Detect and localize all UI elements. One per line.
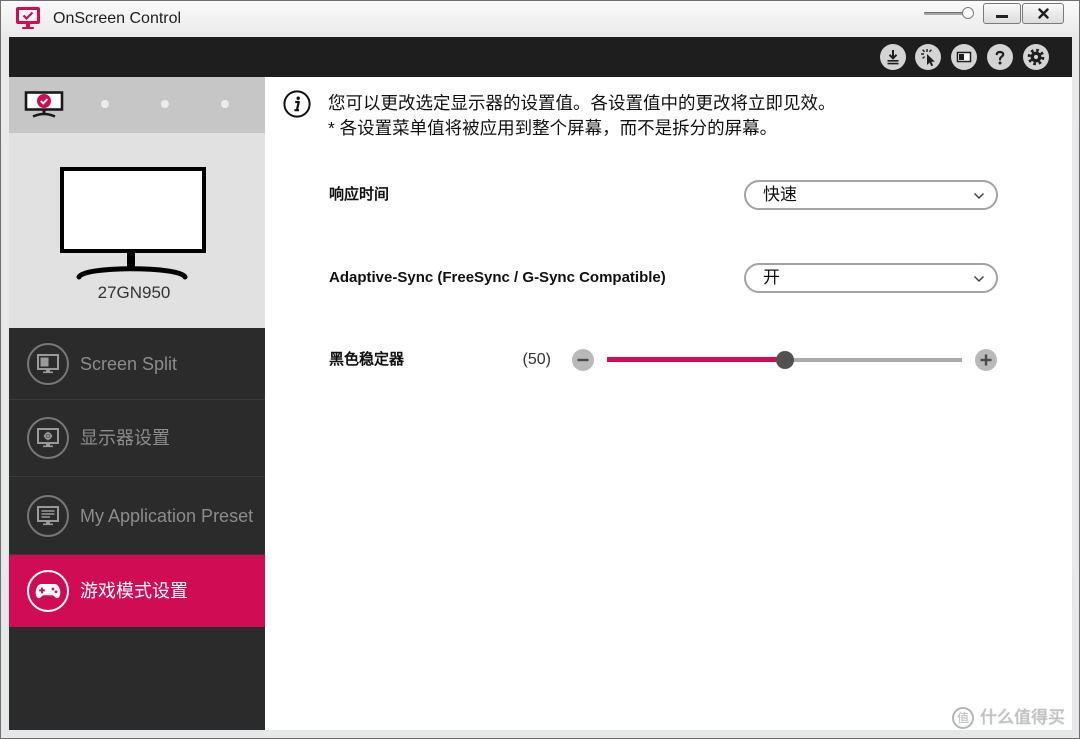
settings-button[interactable] <box>1023 44 1049 70</box>
download-button[interactable] <box>880 44 906 70</box>
minus-icon <box>572 349 594 371</box>
monitor-preview: 27GN950 <box>9 133 265 328</box>
watermark-text: 什么值得买 <box>980 708 1065 727</box>
sidebar-item-label: 游戏模式设置 <box>80 580 188 601</box>
black-stabilizer-value: (50) <box>522 351 551 368</box>
screen-split-icon <box>27 342 69 385</box>
sidebar: 27GN950 Screen Split 显示器设置 My Applicatio… <box>9 77 265 730</box>
chevron-down-icon <box>973 275 985 283</box>
cursor-click-button[interactable] <box>915 44 941 70</box>
info-icon <box>283 90 311 118</box>
sidebar-item-game-mode[interactable]: 游戏模式设置 <box>9 555 265 627</box>
info-message: 您可以更改选定显示器的设置值。各设置值中的更改将立即见效。 * 各设置菜单值将被… <box>328 91 836 141</box>
watermark: 值 什么值得买 <box>952 706 1072 730</box>
app-window: OnScreen Control 27GN950 Screen Split 显示… <box>0 0 1080 739</box>
adaptive-sync-dropdown[interactable]: 开 <box>744 263 998 293</box>
decrease-button[interactable] <box>572 349 594 371</box>
response-time-value: 快速 <box>763 185 797 204</box>
monitor-slot-dot <box>161 100 169 108</box>
black-stabilizer-fill <box>607 357 785 362</box>
plus-icon <box>975 349 997 371</box>
black-stabilizer-thumb[interactable] <box>775 351 794 369</box>
window-title: OnScreen Control <box>53 10 182 27</box>
sidebar-item-monitor-settings[interactable]: 显示器设置 <box>9 400 265 477</box>
minimize-button[interactable] <box>983 3 1021 24</box>
info-line: * 各设置菜单值将被应用到整个屏幕，而不是拆分的屏幕。 <box>328 118 778 138</box>
help-button[interactable] <box>987 44 1013 70</box>
response-time-dropdown[interactable]: 快速 <box>744 180 998 210</box>
monitor-tab-selected[interactable] <box>23 90 65 118</box>
toolbar <box>9 37 1072 77</box>
watermark-logo: 值 <box>952 707 974 729</box>
adaptive-sync-label: Adaptive-Sync (FreeSync / G-Sync Compati… <box>329 269 666 286</box>
sidebar-item-label: My Application Preset <box>80 505 254 526</box>
download-icon <box>880 44 906 70</box>
monitor-slot-dot <box>221 100 229 108</box>
sidebar-item-app-preset[interactable]: My Application Preset <box>9 477 265 555</box>
sidebar-item-label: Screen Split <box>80 353 178 374</box>
monitor-check-icon <box>24 91 64 118</box>
monitor-tab-strip <box>9 77 265 133</box>
minimize-icon <box>996 15 1008 18</box>
main-panel: 您可以更改选定显示器的设置值。各设置值中的更改将立即见效。 * 各设置菜单值将被… <box>265 77 1072 730</box>
cursor-click-icon <box>915 44 941 70</box>
window-size-slider-knob[interactable] <box>962 7 974 19</box>
close-button[interactable] <box>1022 3 1064 24</box>
onscreen-control-icon <box>15 6 41 30</box>
close-icon <box>1037 8 1049 19</box>
response-time-label: 响应时间 <box>329 186 390 203</box>
increase-button[interactable] <box>975 349 997 371</box>
black-stabilizer-slider[interactable] <box>607 351 962 369</box>
sidebar-item-label: 显示器设置 <box>80 428 170 448</box>
monitor-settings-icon <box>27 417 69 459</box>
display-mode-button[interactable] <box>951 44 977 70</box>
sidebar-menu: Screen Split 显示器设置 My Application Preset… <box>9 328 265 730</box>
monitor-slot-dot <box>101 100 109 108</box>
display-mode-icon <box>951 44 977 70</box>
app-preset-icon <box>27 494 69 537</box>
gamepad-icon <box>27 569 69 612</box>
chevron-down-icon <box>973 192 985 200</box>
monitor-model-label: 27GN950 <box>97 283 171 302</box>
window-size-slider[interactable] <box>924 7 976 19</box>
black-stabilizer-label: 黑色稳定器 <box>329 351 405 368</box>
sidebar-item-screen-split[interactable]: Screen Split <box>9 328 265 400</box>
settings-icon <box>1023 44 1049 70</box>
help-icon <box>987 44 1013 70</box>
info-line: 您可以更改选定显示器的设置值。各设置值中的更改将立即见效。 <box>328 93 836 113</box>
adaptive-sync-value: 开 <box>763 268 780 287</box>
monitor-outline-icon <box>60 167 206 280</box>
